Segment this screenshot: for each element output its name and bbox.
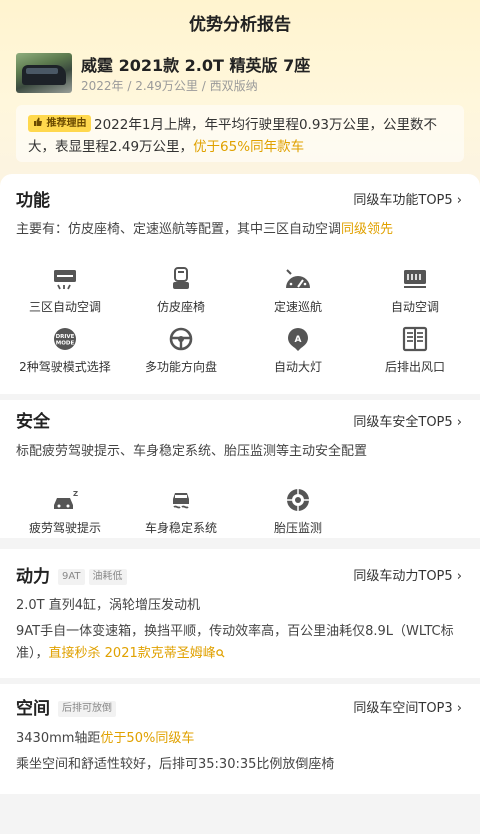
svg-text:Z: Z xyxy=(73,490,78,498)
feature-item: 后排出风口 xyxy=(365,326,465,375)
svg-text:A: A xyxy=(295,335,302,345)
safety-desc: 标配疲劳驾驶提示、车身稳定系统、胎压监测等主动安全配置 xyxy=(16,444,368,459)
feature-label: 仿皮座椅 xyxy=(156,300,205,314)
safety-card: 安全 同级车安全TOP5 › 标配疲劳驾驶提示、车身稳定系统、胎压监测等主动安全… xyxy=(0,394,480,538)
cruise-icon xyxy=(286,269,310,288)
feature-label: 疲劳驾驶提示 xyxy=(28,521,101,535)
recommend-highlight: 优于65%同年款车 xyxy=(193,139,305,155)
fatigue-icon: Z xyxy=(54,490,78,509)
power-title: 动力 xyxy=(16,567,50,587)
function-rank-link[interactable]: 同级车功能TOP5 › xyxy=(353,189,462,208)
function-desc: 主要有：仿皮座椅、定速巡航等配置，其中三区自动空调同级领先 xyxy=(16,222,394,237)
recommend-text: 2022年1月上牌，年平均行驶里程0.93万公里，公里数不大，表显里程2.49万… xyxy=(28,117,438,155)
feature-label: 自动空调 xyxy=(390,300,439,314)
car-window-shape xyxy=(26,68,58,74)
drive-mode-icon: DRIVEMODE xyxy=(54,328,76,350)
recommend-badge: 推荐理由 xyxy=(28,115,92,132)
space-highlight: 优于50%同级车 xyxy=(100,731,195,746)
space-line1: 3430mm轴距优于50%同级车 xyxy=(16,731,195,746)
space-card: 空间 后排可放倒 同级车空间TOP3 › 3430mm轴距优于50%同级车 乘坐空… xyxy=(0,684,480,794)
rear-vent-icon xyxy=(402,326,428,352)
function-desc-highlight: 同级领先 xyxy=(341,222,394,237)
feature-item: 定速巡航 xyxy=(248,266,348,315)
space-line2: 乘坐空间和舒适性较好，后排可35:30:35比例放倒座椅 xyxy=(16,757,335,772)
auto-headlight-icon: A xyxy=(288,328,308,351)
feature-item: Z 疲劳驾驶提示 xyxy=(15,487,115,536)
feature-label: 2种驾驶模式选择 xyxy=(19,360,111,374)
power-compare-link[interactable]: 直接秒杀 2021款克蒂圣姆峰 xyxy=(49,646,216,661)
feature-item: A 自动大灯 xyxy=(248,326,348,375)
svg-text:DRIVE: DRIVE xyxy=(56,334,75,340)
feature-label: 定速巡航 xyxy=(273,300,322,314)
space-title-row: 空间 后排可放倒 xyxy=(16,694,116,719)
car-meta: 2022年 / 2.49万公里 / 西双版纳 xyxy=(81,79,258,93)
feature-item: 胎压监测 xyxy=(248,487,348,536)
power-line1: 2.0T 直列4缸，涡轮增压发动机 xyxy=(16,598,201,613)
feature-item: 三区自动空调 xyxy=(15,266,115,315)
power-tag: 9AT xyxy=(58,569,85,585)
recommend-box: 2022年1月上牌，年平均行驶里程0.93万公里，公里数不大，表显里程2.49万… xyxy=(16,105,464,162)
power-rank-link[interactable]: 同级车动力TOP5 › xyxy=(353,565,462,584)
tire-pressure-icon xyxy=(287,489,309,511)
safety-title: 安全 xyxy=(16,412,50,432)
power-title-row: 动力 9AT 油耗低 xyxy=(16,562,127,587)
seat-icon xyxy=(173,267,189,289)
feature-item: 自动空调 xyxy=(365,266,465,315)
feature-label: 多功能方向盘 xyxy=(144,360,217,374)
feature-label: 车身稳定系统 xyxy=(144,521,217,535)
auto-ac-icon xyxy=(404,270,426,288)
feature-label: 三区自动空调 xyxy=(28,300,101,314)
space-title: 空间 xyxy=(16,699,50,719)
page-title: 优势分析报告 xyxy=(189,15,291,35)
feature-label: 胎压监测 xyxy=(273,521,322,535)
feature-item: 仿皮座椅 xyxy=(131,266,231,315)
power-tag: 油耗低 xyxy=(88,569,127,585)
steering-wheel-icon xyxy=(169,327,193,351)
feature-label: 后排出风口 xyxy=(384,360,445,374)
power-card: 动力 9AT 油耗低 同级车动力TOP5 › 2.0T 直列4缸，涡轮增压发动机 9… xyxy=(0,549,480,678)
feature-label: 自动大灯 xyxy=(273,360,322,374)
stability-icon xyxy=(173,493,189,509)
safety-rank-link[interactable]: 同级车安全TOP5 › xyxy=(353,411,462,430)
svg-text:MODE: MODE xyxy=(56,341,75,347)
feature-item: 多功能方向盘 xyxy=(131,326,231,375)
function-card: 功能 同级车功能TOP5 › 主要有：仿皮座椅、定速巡航等配置，其中三区自动空调… xyxy=(0,174,480,394)
car-name: 威霆 2021款 2.0T 精英版 7座 xyxy=(81,56,311,75)
feature-item: 车身稳定系统 xyxy=(131,487,231,536)
feature-item: DRIVE MODE 2种驾驶模式选择 xyxy=(15,326,115,375)
space-rank-link[interactable]: 同级车空间TOP3 › xyxy=(353,697,462,716)
thumbs-up-icon xyxy=(34,117,42,126)
car-thumbnail[interactable] xyxy=(16,53,72,93)
space-tag: 后排可放倒 xyxy=(58,701,116,717)
power-line2: 9AT手自一体变速箱，换挡平顺，传动效率高，百公里油耗仅8.9L（WLTC标准）… xyxy=(16,624,454,661)
ac-zone-icon xyxy=(54,270,76,290)
function-title: 功能 xyxy=(16,191,50,211)
search-icon xyxy=(216,649,225,658)
